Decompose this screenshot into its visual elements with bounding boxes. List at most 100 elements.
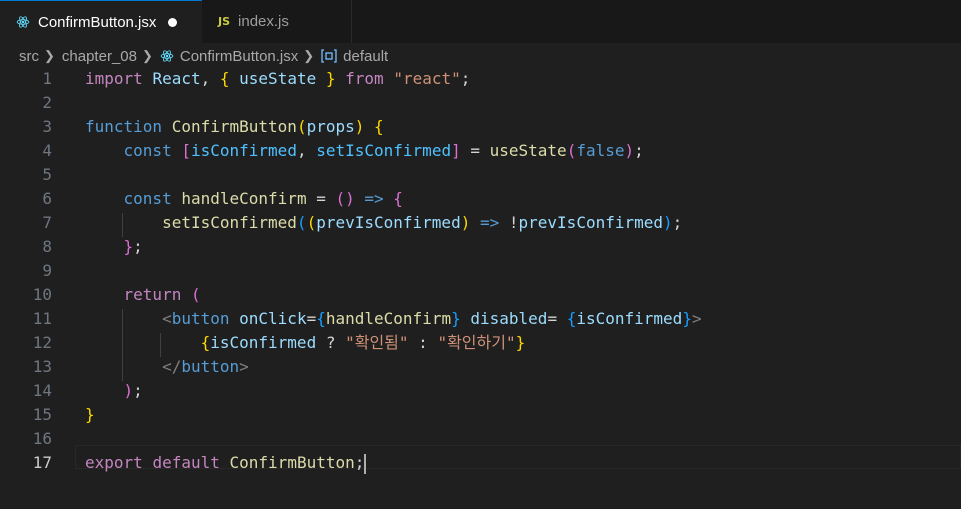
code-line[interactable]: 4 const [isConfirmed, setIsConfirmed] = … <box>0 139 961 163</box>
code-token: ; <box>133 381 143 400</box>
code-token: { <box>316 309 326 328</box>
code-token: ; <box>133 237 143 256</box>
code-line[interactable]: 7 setIsConfirmed((prevIsConfirmed) => !p… <box>0 211 961 235</box>
symbol-variable-icon <box>321 49 337 63</box>
code-token: ; <box>354 453 365 472</box>
code-line[interactable]: 3 function ConfirmButton(props) { <box>0 115 961 139</box>
breadcrumb-item-chapter[interactable]: chapter_08 <box>62 48 137 65</box>
code-line[interactable]: 12 {isConfirmed ? "확인됨" : "확인하기"} <box>0 331 961 355</box>
breadcrumb-item-symbol[interactable]: default <box>321 48 388 65</box>
code-text: ); <box>85 379 143 403</box>
code-line[interactable]: 6 const handleConfirm = () => { <box>0 187 961 211</box>
code-token: export <box>85 453 143 472</box>
breadcrumb-label: default <box>343 47 389 65</box>
react-icon <box>16 15 30 29</box>
react-icon <box>160 49 174 63</box>
code-token: { <box>200 333 211 352</box>
code-text: }; <box>85 235 143 259</box>
code-line[interactable]: 1 import React, { useState } from "react"… <box>0 67 961 91</box>
code-token: : <box>408 333 438 352</box>
code-token: [ <box>181 141 191 160</box>
code-token: ( <box>296 117 307 136</box>
line-number: 6 <box>42 189 52 208</box>
code-token: useState <box>489 141 567 160</box>
line-number: 2 <box>42 93 52 112</box>
code-token: useState <box>239 69 317 88</box>
code-line[interactable]: 14 ); <box>0 379 961 403</box>
code-line[interactable]: 10 return ( <box>0 283 961 307</box>
code-token: ) <box>663 213 673 232</box>
code-token: return <box>123 285 182 304</box>
code-token: ) <box>123 381 134 400</box>
code-token: </ <box>162 357 182 376</box>
code-text: setIsConfirmed((prevIsConfirmed) => !pre… <box>85 211 682 235</box>
javascript-icon: JS <box>218 15 231 28</box>
code-token: ( <box>296 213 307 232</box>
code-line[interactable]: 11 <button onClick={handleConfirm} disab… <box>0 307 961 331</box>
unsaved-dot-icon[interactable] <box>168 17 178 27</box>
code-token: "확인됨" <box>345 333 409 352</box>
code-token: isConfirmed <box>576 309 683 328</box>
chevron-right-icon: ❯ <box>44 48 55 63</box>
code-editor[interactable]: 1 import React, { useState } from "react"… <box>0 69 961 509</box>
code-text: return ( <box>85 283 201 307</box>
code-token: => <box>479 213 500 232</box>
code-token: isConfirmed <box>190 141 297 160</box>
breadcrumb-item-file[interactable]: ConfirmButton.jsx <box>160 48 298 65</box>
code-token: ; <box>672 213 683 232</box>
code-token: { <box>393 189 403 208</box>
line-number: 8 <box>42 237 52 256</box>
code-line[interactable]: 13 </button> <box>0 355 961 379</box>
code-token: ? <box>316 333 346 352</box>
line-number: 11 <box>32 309 52 328</box>
tab-index-js[interactable]: JS index.js <box>202 0 352 43</box>
code-token: ConfirmButton <box>171 117 297 136</box>
code-line[interactable]: 17 export default ConfirmButton; <box>0 451 961 475</box>
code-token: ! <box>499 213 519 232</box>
code-token: ; <box>460 69 471 88</box>
code-token: ) <box>624 141 635 160</box>
code-token: from <box>345 69 384 88</box>
code-token: { <box>374 117 384 136</box>
code-token: ) <box>354 117 365 136</box>
line-number: 3 <box>42 117 52 136</box>
code-token: "확인하기" <box>437 333 516 352</box>
code-token: = <box>306 189 336 208</box>
code-line[interactable]: 5 <box>0 163 961 187</box>
tab-confirmbutton-jsx[interactable]: ConfirmButton.jsx <box>0 0 202 43</box>
chevron-right-icon: ❯ <box>303 48 315 63</box>
code-token: } <box>325 69 336 88</box>
code-token: () <box>335 189 355 208</box>
line-number: 4 <box>42 141 52 160</box>
code-token: function <box>85 117 163 136</box>
line-number: 9 <box>42 261 52 280</box>
code-token: ] <box>451 141 461 160</box>
code-token: setIsConfirmed <box>316 141 452 160</box>
code-token: } <box>451 309 461 328</box>
line-number: 10 <box>32 285 52 304</box>
code-line[interactable]: 16 <box>0 427 961 451</box>
code-line[interactable]: 15} <box>0 403 961 427</box>
code-text: import React, { useState } from "react"; <box>85 67 470 91</box>
code-token: => <box>364 189 384 208</box>
code-token: button <box>181 357 240 376</box>
code-text: <button onClick={handleConfirm} disabled… <box>85 307 702 331</box>
line-number: 5 <box>42 165 52 184</box>
code-line[interactable]: 8 }; <box>0 235 961 259</box>
code-token: prevIsConfirmed <box>316 213 461 232</box>
code-line[interactable]: 2 <box>0 91 961 115</box>
code-line[interactable]: 9 <box>0 259 961 283</box>
breadcrumb-item-src[interactable]: src <box>19 48 39 65</box>
tab-label: index.js <box>238 13 289 30</box>
